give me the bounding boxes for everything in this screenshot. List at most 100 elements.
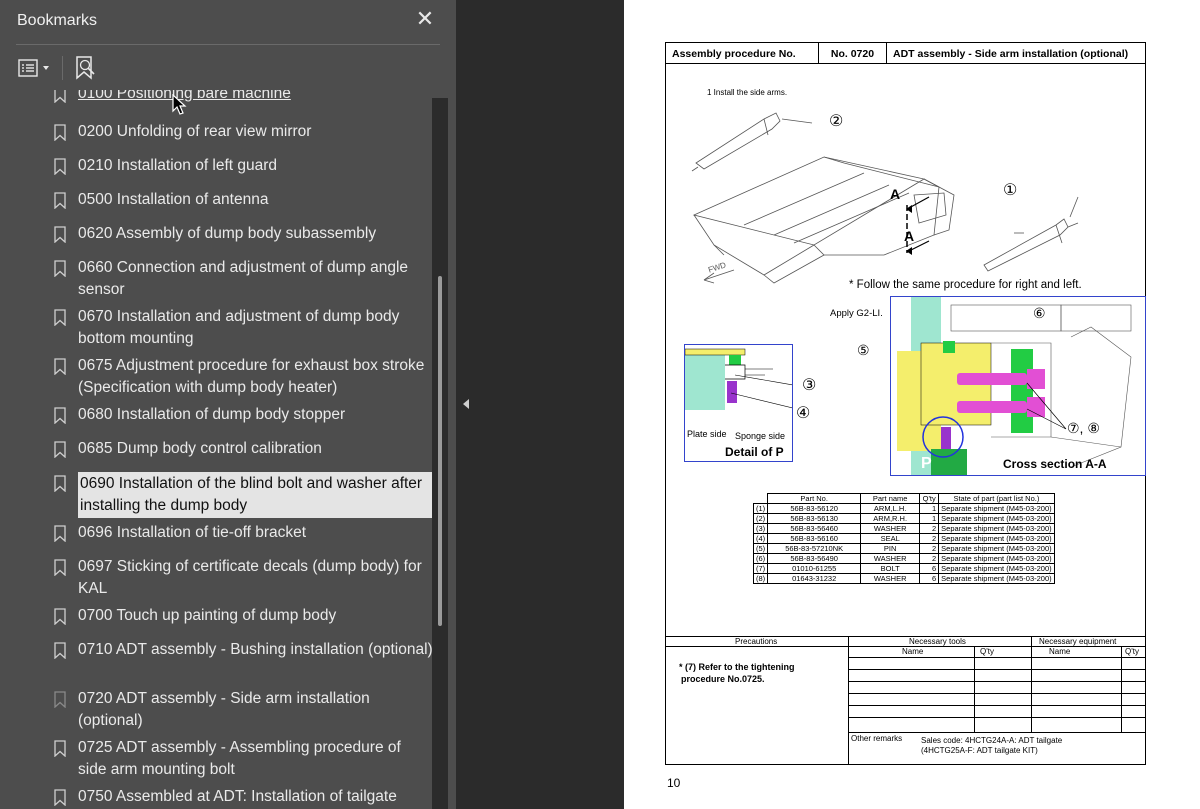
name-header: Name <box>1049 647 1071 656</box>
callout-6: ⑥ <box>1033 305 1046 321</box>
table-row: (2) 56B-83-56130 ARM,R.H. 1 Separate shipmen… <box>752 513 1055 524</box>
precaution-text: * (7) Refer to the tightening <box>679 662 795 672</box>
bookmark-list: 0100 Positioning bare machine 0200 Unfol… <box>0 90 436 809</box>
table-cell: 56B-83-56120 <box>767 503 862 514</box>
detail-p-box: Plate side Sponge side Detail of P <box>684 344 806 462</box>
tools-header: Necessary tools <box>909 637 966 646</box>
collapse-panel-icon[interactable] <box>460 397 472 411</box>
bookmark-label: 0675 Adjustment procedure for exhaust bo… <box>78 357 425 396</box>
callout-4: ④ <box>796 405 811 422</box>
mouse-cursor-icon <box>172 94 187 115</box>
scroll-thumb[interactable] <box>438 276 442 626</box>
table-cell: 6 <box>919 563 940 574</box>
rule <box>1121 646 1122 732</box>
callout-1: ① <box>1003 182 1018 199</box>
rule <box>848 732 1146 733</box>
table-cell: (5) <box>752 543 769 554</box>
bookmark-icon <box>54 608 66 625</box>
table-cell: (7) <box>752 563 769 574</box>
bookmarks-panel: Bookmarks ✕ 0100 Positioning bare machin… <box>0 0 456 809</box>
precaution-text: procedure No.0725. <box>681 674 765 684</box>
table-cell: 6 <box>919 573 940 584</box>
bookmark-icon <box>54 475 66 492</box>
bookmark-icon <box>54 740 66 757</box>
bookmark-icon <box>54 441 66 458</box>
bookmark-label: 0210 Installation of left guard <box>78 157 278 174</box>
table-cell: 01643-31232 <box>767 573 862 584</box>
note-text: * Follow the same procedure for right an… <box>849 279 1082 291</box>
cross-section-box: P Cross section A-A ⑦, ⑧ ⑥ <box>890 296 1146 476</box>
list-options-icon[interactable] <box>16 54 56 82</box>
add-bookmark-icon[interactable] <box>72 54 100 82</box>
bookmark-label: 0725 ADT assembly - Assembling procedure… <box>78 739 401 778</box>
bookmark-label: 0750 Assembled at ADT: Installation of t… <box>78 788 397 805</box>
panel-gutter <box>456 0 624 809</box>
callout-2: ② <box>829 113 844 130</box>
bookmark-label: 0670 Installation and adjustment of dump… <box>78 308 400 347</box>
bookmark-icon <box>54 789 66 806</box>
plate-side-label: Plate side <box>687 429 727 439</box>
table-cell: 2 <box>919 523 940 534</box>
bookmark-icon <box>54 691 66 708</box>
table-cell: (2) <box>752 513 769 524</box>
table-cell: Separate shipment (M45-03-200) <box>938 543 1055 554</box>
panel-title: Bookmarks <box>17 12 98 29</box>
table-cell: WASHER <box>860 553 921 564</box>
sales-code: (4HCTG25A-F: ADT tailgate KIT) <box>921 746 1038 755</box>
rule <box>848 705 1146 706</box>
bookmark-icon <box>54 124 66 141</box>
section-marker: A <box>904 228 915 244</box>
table-cell: WASHER <box>860 523 921 534</box>
detail-label: Detail of P <box>725 445 784 459</box>
bookmark-label: 0690 Installation of the blind bolt and … <box>78 472 433 518</box>
table-cell: Separate shipment (M45-03-200) <box>938 503 1055 514</box>
rule <box>848 669 1146 670</box>
callout-5: ⑤ <box>857 342 870 358</box>
bookmark-icon <box>54 642 66 659</box>
rule <box>848 717 1146 718</box>
table-cell: Separate shipment (M45-03-200) <box>938 563 1055 574</box>
table-cell: 2 <box>919 533 940 544</box>
bookmark-icon <box>54 90 66 103</box>
page-number: 10 <box>667 776 681 790</box>
cross-section-drawing <box>897 297 1132 475</box>
close-icon[interactable]: ✕ <box>414 8 436 30</box>
callout-7-8: ⑦, ⑧ <box>1067 420 1100 436</box>
table-header: State of part (part list No.) <box>938 493 1055 504</box>
bookmark-icon <box>54 525 66 542</box>
precautions-table: Precautions Necessary tools Necessary eq… <box>665 636 1146 765</box>
bookmark-label: 0200 Unfolding of rear view mirror <box>78 123 312 140</box>
precautions-header: Precautions <box>735 637 778 646</box>
table-cell: 1 <box>919 513 940 524</box>
bookmark-icon <box>54 158 66 175</box>
table-cell <box>754 494 768 504</box>
table-cell: SEAL <box>860 533 921 544</box>
divider <box>16 44 440 45</box>
table-cell: (1) <box>752 503 769 514</box>
table-cell: 01010-61255 <box>767 563 862 574</box>
bookmark-label: 0620 Assembly of dump body subassembly <box>78 225 377 242</box>
table-cell: (3) <box>752 523 769 534</box>
bookmark-label: 0710 ADT assembly - Bushing installation… <box>78 641 433 658</box>
table-cell: PIN <box>860 543 921 554</box>
section-label: Cross section A-A <box>1003 457 1107 471</box>
section-marker: A <box>890 186 901 202</box>
table-cell: Separate shipment (M45-03-200) <box>938 573 1055 584</box>
document-page: Assembly procedure No. No. 0720 ADT asse… <box>624 0 1200 809</box>
table-cell: 56B-83-56460 <box>767 523 862 534</box>
scrollbar[interactable] <box>432 98 448 809</box>
table-cell: 2 <box>919 553 940 564</box>
bookmark-icon <box>54 309 66 326</box>
detail-p-drawing <box>684 348 806 412</box>
bookmark-icon <box>54 192 66 209</box>
table-row: (7) 01010-61255 BOLT 6 Separate shipment (M4… <box>752 563 1055 574</box>
bookmark-label: 0700 Touch up painting of dump body <box>78 607 337 624</box>
rule <box>848 681 1146 682</box>
bookmark-icon <box>54 559 66 576</box>
table-cell: 1 <box>919 503 940 514</box>
table-cell: ARM,L.H. <box>860 503 921 514</box>
table-cell: Separate shipment (M45-03-200) <box>938 533 1055 544</box>
table-row: (3) 56B-83-56460 WASHER 2 Separate shipment … <box>752 523 1055 534</box>
table-cell: 56B-83-57210NK <box>767 543 862 554</box>
header-label: Assembly procedure No. <box>665 42 819 64</box>
